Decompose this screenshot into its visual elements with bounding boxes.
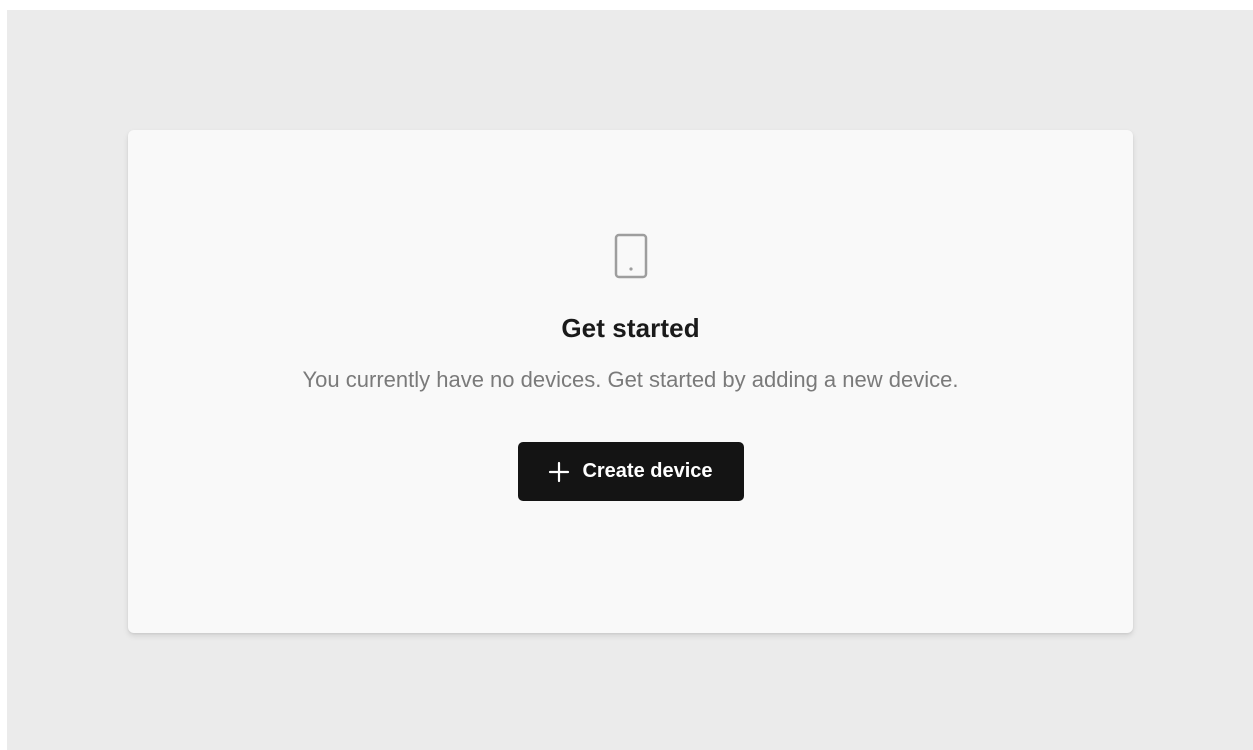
page-background: Get started You currently have no device…	[7, 10, 1253, 750]
empty-state-card: Get started You currently have no device…	[128, 130, 1133, 633]
plus-icon	[549, 461, 570, 482]
empty-state-description: You currently have no devices. Get start…	[302, 367, 959, 392]
device-tablet-icon	[614, 233, 647, 279]
empty-state-title: Get started	[561, 313, 700, 343]
create-device-button-label: Create device	[582, 460, 713, 482]
create-device-button[interactable]: Create device	[517, 442, 744, 501]
